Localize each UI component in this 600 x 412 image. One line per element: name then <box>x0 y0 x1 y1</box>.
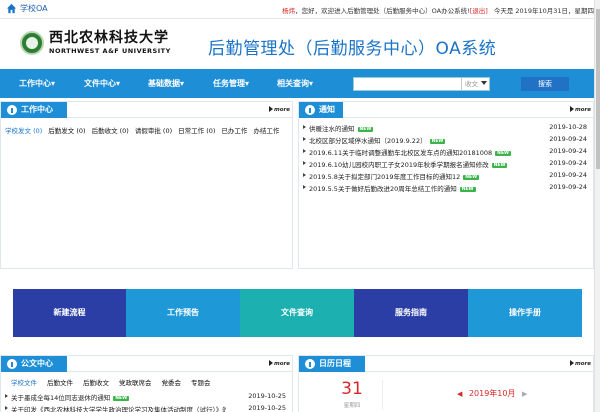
tab-logistics-received[interactable]: 后勤收文 <box>83 377 109 387</box>
calendar-today: 31 星期四 <box>332 379 372 410</box>
tab-joint-meeting[interactable]: 党政联席会 <box>119 377 152 387</box>
nav-related-query[interactable]: 相关查询▾ <box>277 78 313 89</box>
tab-school-files[interactable]: 学校文件 <box>11 377 37 387</box>
more-link[interactable]: more <box>570 360 591 367</box>
list-item[interactable]: 2019.5.8关于拟定部门2019年度工作目标的通知12 NEW 2019-09-… <box>299 170 593 182</box>
home-link[interactable]: 学校OA <box>6 3 48 14</box>
greeting-text: ，您好，欢迎进入后勤管理处（后勤服务中心）OA办公系统! <box>295 7 470 15</box>
new-badge: NEW <box>495 151 511 156</box>
university-logo[interactable]: 西北农林科技大学 NORTHWEST A&F UNIVERSITY <box>20 31 171 55</box>
tab-done-work[interactable]: 已办工作 <box>221 125 247 135</box>
triangle-bullet-icon <box>303 149 306 153</box>
tile-user-manual[interactable]: 操作手册 <box>468 289 582 337</box>
work-center-tabs: 学校发文 (0) 后勤发文 (0) 后勤收文 (0) 请假审批 (0) 日常工作… <box>5 125 285 135</box>
triangle-bullet-icon <box>303 137 306 141</box>
tile-file-query[interactable]: 文件查询 <box>240 289 354 337</box>
info-icon <box>7 359 17 369</box>
nav-work-center[interactable]: 工作中心▾ <box>19 78 55 89</box>
search-scope-value: 收文 <box>465 80 478 88</box>
new-badge: NEW <box>459 187 476 192</box>
logo-chinese-name: 西北农林科技大学 <box>49 30 169 46</box>
calendar-month-nav: ◀ 2019年10月 ▶ <box>457 388 527 399</box>
tab-party-committee[interactable]: 党委会 <box>162 377 182 387</box>
tab-daily-work[interactable]: 日常工作 (0) <box>178 125 215 135</box>
main-nav: 工作中心▾ 文件中心▾ 基础数据▾ 任务管理▾ 相关查询▾ 收文 搜索 <box>0 69 600 98</box>
triangle-bullet-icon <box>303 173 306 177</box>
new-badge: NEW <box>491 163 508 168</box>
system-title: 后勤管理处（后勤服务中心）OA系统 <box>208 39 497 59</box>
tab-logistics-received[interactable]: 后勤收文 (0) <box>92 125 129 135</box>
header: 西北农林科技大学 NORTHWEST A&F UNIVERSITY 后勤管理处（… <box>0 19 600 69</box>
calendar-month-label: 2019年10月 <box>468 389 516 398</box>
new-badge: NEW <box>463 175 480 180</box>
panel-title: 工作中心 <box>1 102 67 118</box>
prev-month-icon[interactable]: ◀ <box>457 390 462 398</box>
tab-school-dispatch[interactable]: 学校发文 (0) <box>5 125 42 135</box>
panel-title: 通知 <box>299 102 343 118</box>
tab-special-meeting[interactable]: 专题会 <box>191 377 211 387</box>
list-item[interactable]: 供暖注水的通知 NEW 2019-10-28 <box>299 122 593 134</box>
triangle-bullet-icon <box>303 185 306 189</box>
user-greeting: 杨炜，您好，欢迎进入后勤管理处（后勤服务中心）OA办公系统![退出] 今天是 2… <box>282 5 594 15</box>
nav-basic-data[interactable]: 基础数据▾ <box>148 78 184 89</box>
notice-panel: 通知 more 供暖注水的通知 NEW 2019-10-28 北校区部分区域停水通知… <box>298 101 594 269</box>
triangle-bullet-icon <box>5 406 8 410</box>
user-name: 杨炜 <box>282 7 296 15</box>
nav-task-management[interactable]: 任务管理▾ <box>213 78 249 89</box>
list-item[interactable]: 2019.6.10幼儿园校内职工子女2019年秋季学期报名通知修改 NEW 2019… <box>299 158 593 170</box>
tab-leave-approval[interactable]: 请假审批 (0) <box>135 125 172 135</box>
tab-logistics-dispatch[interactable]: 后勤发文 (0) <box>48 125 85 135</box>
new-badge: NEW <box>357 127 374 132</box>
tile-new-process[interactable]: 新建流程 <box>13 289 126 337</box>
triangle-bullet-icon <box>303 161 306 165</box>
search-scope-select[interactable]: 收文 <box>461 78 489 90</box>
scrollbar-thumb[interactable] <box>596 9 600 169</box>
logo-english-name: NORTHWEST A&F UNIVERSITY <box>49 47 171 55</box>
triangle-bullet-icon <box>303 125 306 129</box>
more-link[interactable]: more <box>269 360 290 367</box>
more-link[interactable]: more <box>269 106 290 113</box>
document-tabs: 学校文件 后勤文件 后勤收文 党政联席会 党委会 专题会 <box>11 377 217 387</box>
panel-title: 公文中心 <box>1 356 67 372</box>
info-icon <box>7 105 17 115</box>
chevron-down-icon <box>481 81 487 85</box>
tile-service-guide[interactable]: 服务指南 <box>354 289 468 337</box>
list-item[interactable]: 2019.6.11关于临时调整通勤车北校区发车点的通知20181008 NEW 20… <box>299 146 593 158</box>
panel-title: 日历日程 <box>299 356 365 372</box>
nav-file-center[interactable]: 文件中心▾ <box>84 78 120 89</box>
search-input[interactable]: 收文 <box>353 77 490 91</box>
page-scrollbar[interactable] <box>594 0 600 412</box>
top-bar: 学校OA 杨炜，您好，欢迎进入后勤管理处（后勤服务中心）OA办公系统![退出] … <box>0 0 600 19</box>
new-badge: NEW <box>429 139 446 144</box>
tab-finished-work[interactable]: 办结工作 <box>253 125 279 135</box>
logout-link[interactable]: [退出] <box>470 7 488 15</box>
calendar-weekday: 星期四 <box>343 403 361 409</box>
university-seal-icon <box>20 31 44 55</box>
triangle-bullet-icon <box>5 394 8 398</box>
list-item[interactable]: 关于印发《西北农林科技大学学生政治理论学习及集体活动制度（试行）》的... 201… <box>1 403 292 412</box>
new-badge: NEW <box>113 396 130 401</box>
info-icon <box>305 105 315 115</box>
more-link[interactable]: more <box>570 106 591 113</box>
calendar-day-number: 31 <box>341 379 363 399</box>
info-icon <box>305 359 315 369</box>
list-item[interactable]: 关于墨成全每14位同志退休的通知 NEW 2019-10-25 <box>1 391 292 403</box>
work-center-panel: 工作中心 more 学校发文 (0) 后勤发文 (0) 后勤收文 (0) 请假审… <box>0 101 293 269</box>
list-item[interactable]: 北校区部分区域停水通知（2019.9.22） NEW 2019-09-24 <box>299 134 593 146</box>
home-icon <box>6 3 17 14</box>
home-label[interactable]: 学校OA <box>20 3 48 14</box>
search-button[interactable]: 搜索 <box>521 77 569 91</box>
date-text: 今天是 2019年10月31日，星期四 <box>493 7 594 15</box>
next-month-icon[interactable]: ▶ <box>522 390 527 398</box>
tile-work-preview[interactable]: 工作预告 <box>126 289 240 337</box>
document-center-panel: 公文中心 more 学校文件 后勤文件 后勤收文 党政联席会 党委会 专题会 关… <box>0 355 293 412</box>
divider <box>382 380 383 410</box>
tab-logistics-files[interactable]: 后勤文件 <box>47 377 73 387</box>
list-item[interactable]: 2019.5.5关于做好后勤改进20周年总结工作的通知 NEW 2019-09-24 <box>299 182 593 194</box>
